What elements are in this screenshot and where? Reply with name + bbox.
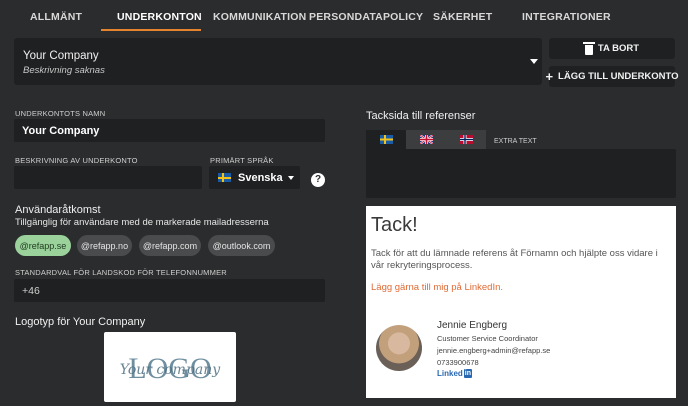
sweden-flag-icon bbox=[379, 135, 393, 144]
contact-role: Customer Service Coordinator bbox=[437, 334, 538, 343]
domain-chip-refapp-se[interactable]: @refapp.se bbox=[15, 235, 71, 256]
linkedin-logo[interactable]: Linked in bbox=[437, 369, 473, 378]
norway-flag-icon bbox=[459, 135, 473, 144]
tab-bar: ALLMÄNT UNDERKONTON KOMMUNIKATION PERSON… bbox=[0, 0, 688, 31]
tab-persondatapolicy[interactable]: PERSONDATAPOLICY bbox=[309, 11, 423, 23]
domain-chip-refapp-com[interactable]: @refapp.com bbox=[139, 235, 201, 256]
tab-sakerhet[interactable]: SÄKERHET bbox=[433, 11, 492, 23]
tab-norwegian[interactable] bbox=[446, 130, 486, 149]
trash-icon bbox=[582, 41, 595, 55]
access-title: Användaråtkomst bbox=[15, 204, 101, 216]
tab-swedish[interactable] bbox=[366, 130, 406, 149]
tab-allmant[interactable]: ALLMÄNT bbox=[30, 11, 82, 23]
subaccount-name-field[interactable]: Your Company bbox=[14, 119, 325, 142]
preview-body: Tack för att du lämnade referens åt Förn… bbox=[371, 248, 658, 271]
help-icon[interactable]: ? bbox=[311, 173, 325, 187]
add-subaccount-label: LÄGG TILL UNDERKONTO bbox=[558, 71, 679, 82]
phone-label: STANDARDVAL FÖR LANDSKOD FÖR TELEFONNUMM… bbox=[15, 268, 227, 277]
preview-heading: Tack! bbox=[371, 214, 418, 236]
contact-email: jennie.engberg+admin@refapp.se bbox=[437, 346, 551, 355]
subaccount-name: Your Company bbox=[23, 50, 99, 62]
subaccount-selector[interactable]: Your Company Beskrivning saknas bbox=[14, 38, 542, 85]
add-subaccount-button[interactable]: + LÄGG TILL UNDERKONTO bbox=[545, 66, 679, 87]
linkedin-text: Linked bbox=[437, 369, 463, 378]
language-label: PRIMÄRT SPRÅK bbox=[210, 156, 274, 165]
linkedin-icon: in bbox=[463, 369, 473, 378]
thanks-text-editor[interactable] bbox=[366, 149, 676, 198]
thanks-page-title: Tacksida till referenser bbox=[366, 110, 476, 122]
domain-chip-refapp-no[interactable]: @refapp.no bbox=[77, 235, 132, 256]
language-tabs: EXTRA TEXT bbox=[366, 130, 676, 150]
language-select[interactable]: Svenska bbox=[209, 166, 300, 189]
tab-underkonton[interactable]: UNDERKONTON bbox=[117, 11, 202, 23]
description-label: BESKRIVNING AV UNDERKONTO bbox=[15, 156, 138, 165]
tab-extra-text[interactable]: EXTRA TEXT bbox=[494, 138, 537, 145]
logo-script: Your company bbox=[120, 362, 221, 378]
plus-icon: + bbox=[545, 68, 554, 84]
domain-chip-outlook-com[interactable]: @outlook.com bbox=[208, 235, 275, 256]
logo-image: LOGO Your company bbox=[120, 352, 221, 385]
name-label: UNDERKONTOTS NAMN bbox=[15, 109, 106, 118]
contact-phone: 0733900678 bbox=[437, 358, 479, 367]
uk-flag-icon bbox=[419, 135, 433, 144]
avatar bbox=[376, 325, 422, 371]
thanks-page-preview: Tack! Tack för att du lämnade referens å… bbox=[366, 206, 676, 398]
tab-english[interactable] bbox=[406, 130, 446, 149]
chevron-down-icon bbox=[288, 176, 294, 180]
sweden-flag-icon bbox=[218, 173, 231, 182]
description-field[interactable] bbox=[14, 166, 202, 189]
tab-kommunikation[interactable]: KOMMUNIKATION bbox=[213, 11, 306, 23]
company-logo[interactable]: LOGO Your company bbox=[104, 332, 236, 402]
tab-integrationer[interactable]: INTEGRATIONER bbox=[522, 11, 611, 23]
delete-button[interactable]: TA BORT bbox=[549, 38, 675, 59]
access-subtitle: Tillgänglig för användare med de markera… bbox=[15, 217, 269, 228]
contact-name: Jennie Engberg bbox=[437, 320, 508, 331]
logo-title: Logotyp för Your Company bbox=[15, 316, 146, 328]
delete-button-label: TA BORT bbox=[597, 43, 640, 54]
active-tab-indicator bbox=[101, 29, 201, 31]
country-code-field[interactable]: +46 bbox=[14, 279, 325, 302]
preview-linkedin-link[interactable]: Lägg gärna till mig på LinkedIn. bbox=[371, 282, 503, 293]
subaccount-description: Beskrivning saknas bbox=[23, 65, 105, 76]
chevron-down-icon bbox=[530, 59, 538, 64]
language-value: Svenska bbox=[238, 172, 283, 184]
